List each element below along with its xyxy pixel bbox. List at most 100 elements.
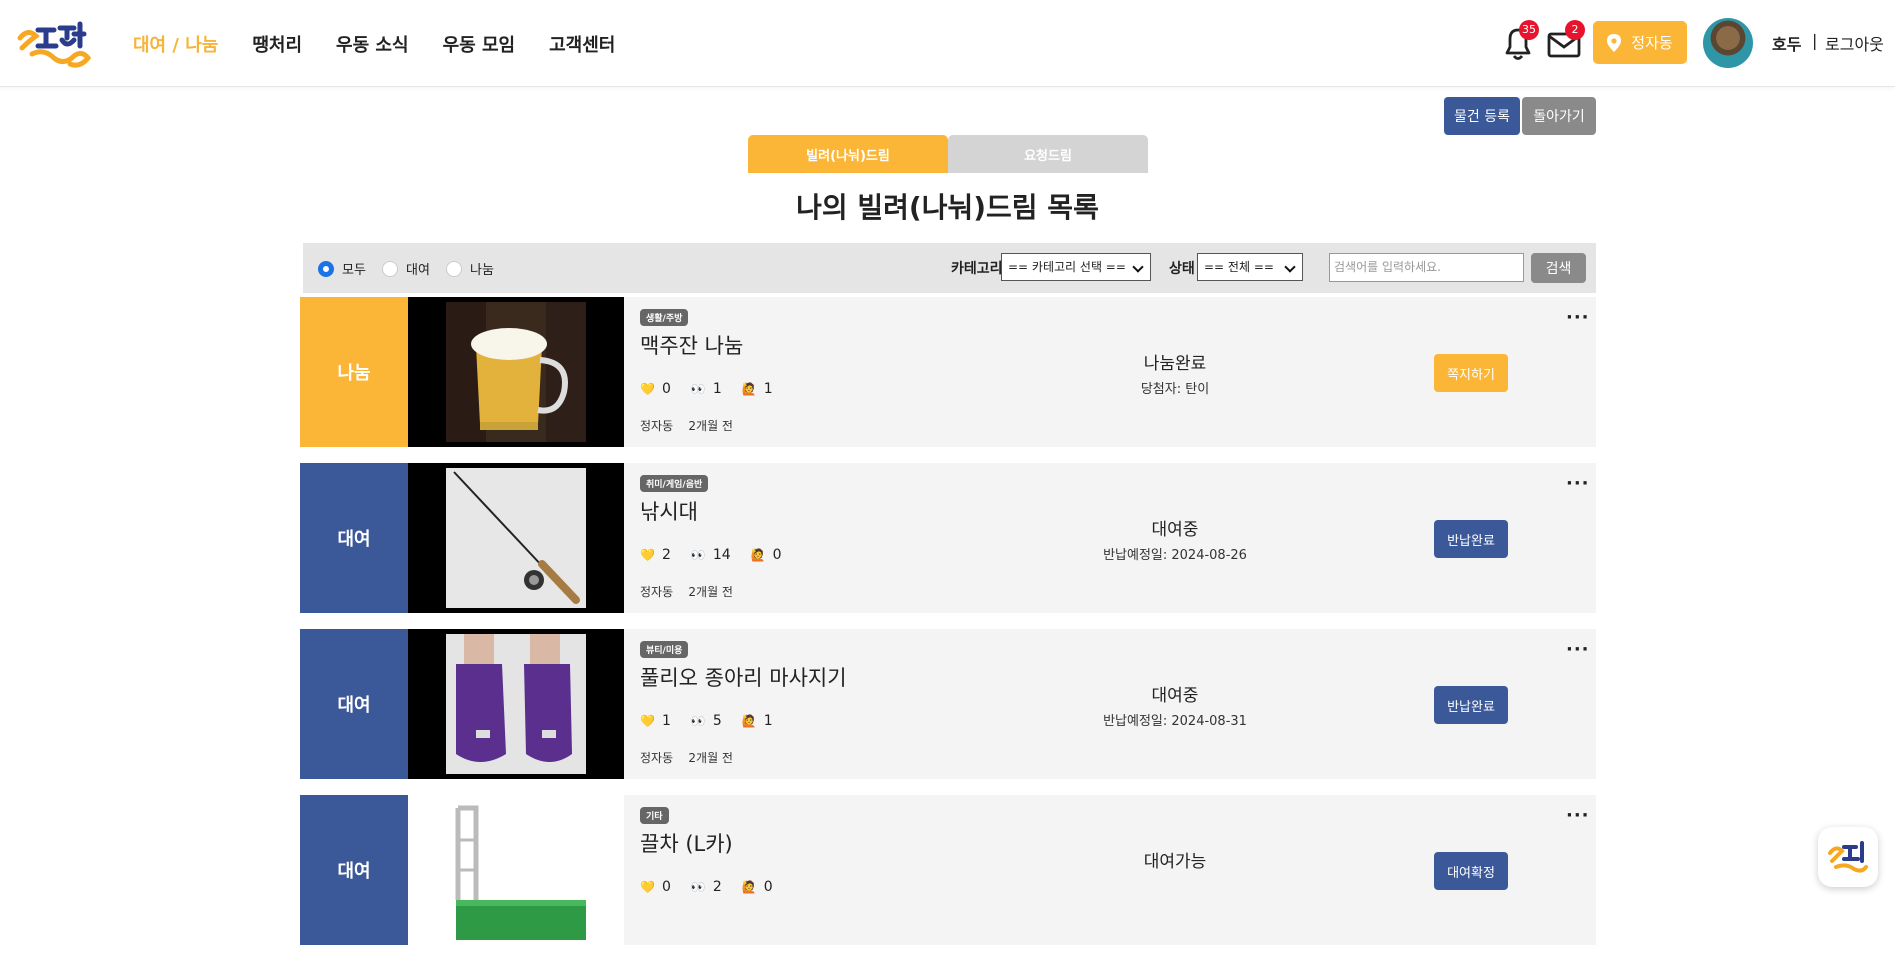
item-location: 정자동 (640, 419, 674, 433)
location-label: 정자동 (1631, 34, 1673, 52)
item-type-badge: 나눔 (300, 297, 408, 447)
list-item[interactable]: 대여 뷰티/미용 풀리오 종아리 마사지기 💛 1 👀 5 🙋 1 정자동 2개월 전 대여중 반납예… (300, 629, 1596, 779)
item-list: 나눔 생활/주방맥주잔 나눔 💛 0 👀 1 🙋 1 정자동 2개월 전 나눔완료 당첨자: 탄이 쪽… (300, 297, 1596, 961)
raised-hand-icon: 🙋 (741, 880, 757, 894)
item-location: 정자동 (640, 751, 674, 765)
status-detail: 당첨자: 탄이 (1140, 382, 1210, 397)
location-button[interactable]: 정자동 (1593, 21, 1687, 64)
item-thumbnail[interactable] (408, 629, 624, 779)
avatar[interactable] (1703, 18, 1753, 68)
item-stats: 💛 0 👀 1 🙋 1 (640, 381, 793, 397)
tab-lend-share[interactable]: 빌려(나눠)드림 (748, 135, 948, 173)
nav-rent-share[interactable]: 대여 / 나눔 (133, 31, 218, 57)
nav-news[interactable]: 우동 소식 (336, 31, 409, 57)
heart-icon: 💛 (640, 548, 655, 562)
item-status: 대여가능 (1050, 847, 1300, 876)
item-time: 2개월 전 (688, 585, 733, 599)
logout-link[interactable]: 로그아웃 (1825, 31, 1884, 55)
hand-cart-image (446, 800, 586, 940)
item-title[interactable]: 맥주잔 나눔 (640, 330, 743, 360)
search-input[interactable]: 검색어를 입력하세요. (1329, 253, 1524, 282)
filter-bar: 모두 대여 나눔 카테고리 == 카테고리 선택 == 상태 == 전체 == … (303, 243, 1596, 293)
item-status: 나눔완료 당첨자: 탄이 (1050, 349, 1300, 397)
radio-all-label: 모두 (342, 263, 366, 278)
status-text: 대여중 (1151, 520, 1199, 540)
more-options-icon[interactable]: ··· (1566, 473, 1590, 494)
item-category-badge: 생활/주방 (640, 309, 689, 326)
item-action-button[interactable]: 대여확정 (1434, 852, 1508, 890)
nav-meetup[interactable]: 우동 모임 (443, 31, 516, 57)
request-count: 0 (772, 547, 782, 563)
heart-icon: 💛 (640, 880, 655, 894)
status-text: 대여가능 (1143, 852, 1207, 872)
status-detail: 반납예정일: 2024-08-31 (1103, 714, 1247, 729)
heart-icon: 💛 (640, 714, 655, 728)
view-count: 5 (712, 713, 722, 729)
radio-checked-icon (318, 260, 334, 277)
status-label: 상태 (1169, 261, 1195, 277)
fishing-rod-image (446, 468, 586, 608)
item-time: 2개월 전 (688, 419, 733, 433)
raised-hand-icon: 🙋 (750, 548, 766, 562)
item-meta: 정자동 2개월 전 (640, 417, 733, 434)
radio-share-label: 나눔 (470, 263, 494, 278)
like-count: 0 (661, 879, 671, 895)
status-select[interactable]: == 전체 == (1197, 253, 1303, 281)
eyes-icon: 👀 (690, 714, 706, 728)
radio-rent-label: 대여 (406, 263, 430, 278)
item-title[interactable]: 풀리오 종아리 마사지기 (640, 662, 847, 692)
heart-icon: 💛 (640, 382, 655, 396)
eyes-icon: 👀 (690, 548, 706, 562)
item-type-badge: 대여 (300, 463, 408, 613)
top-header: 대여 / 나눔 땡처리 우동 소식 우동 모임 고객센터 35 2 정자동 호두… (0, 0, 1895, 87)
user-name: 호두 (1772, 35, 1802, 54)
list-item[interactable]: 나눔 생활/주방 맥주잔 나눔 💛 0 👀 1 🙋 1 정자동 2개월 전 나눔완료 당첨자: 탄이 쪽… (300, 297, 1596, 447)
eyes-icon: 👀 (690, 382, 706, 396)
back-button[interactable]: 돌아가기 (1522, 97, 1596, 135)
tab-requests[interactable]: 요청드림 (948, 135, 1148, 173)
raised-hand-icon: 🙋 (741, 382, 757, 396)
more-options-icon[interactable]: ··· (1566, 639, 1590, 660)
request-count: 1 (763, 381, 773, 397)
item-action-button[interactable]: 반납완료 (1434, 520, 1508, 558)
item-meta: 정자동 2개월 전 (640, 583, 733, 600)
nav-support[interactable]: 고객센터 (549, 31, 615, 57)
search-button[interactable]: 검색 (1531, 253, 1586, 283)
item-location: 정자동 (640, 585, 674, 599)
notification-button[interactable]: 35 (1499, 20, 1539, 62)
more-options-icon[interactable]: ··· (1566, 805, 1590, 826)
messages-button[interactable]: 2 (1545, 20, 1585, 62)
request-count: 0 (763, 879, 773, 895)
logo-icon[interactable] (14, 18, 94, 70)
radio-rent[interactable]: 대여 (382, 259, 430, 278)
radio-share[interactable]: 나눔 (446, 259, 494, 278)
item-action-button[interactable]: 쪽지하기 (1434, 354, 1508, 392)
item-title[interactable]: 끌차 (L카) (640, 828, 733, 858)
list-tabs: 빌려(나눠)드림 요청드림 (748, 135, 1148, 173)
radio-unchecked-icon (382, 260, 398, 277)
list-item[interactable]: 대여 기타 끌차 (L카) 💛 0 👀 2 🙋 0 대여가능 대여확정 ··· (300, 795, 1596, 945)
message-count-badge: 2 (1565, 20, 1585, 40)
item-action-button[interactable]: 반납완료 (1434, 686, 1508, 724)
like-count: 2 (661, 547, 671, 563)
category-select[interactable]: == 카테고리 선택 == (1001, 253, 1151, 281)
floating-logo-button[interactable] (1818, 827, 1878, 887)
list-item[interactable]: 대여 취미/게임/음반 낚시대 💛 2 👀 14 🙋 0 정자동 2개월 전 대여중 반납예정일: 2… (300, 463, 1596, 613)
item-thumbnail[interactable] (408, 463, 624, 613)
radio-all[interactable]: 모두 (318, 259, 366, 278)
item-stats: 💛 0 👀 2 🙋 0 (640, 879, 793, 895)
like-count: 1 (661, 713, 671, 729)
nav-clearance[interactable]: 땡처리 (252, 31, 302, 57)
status-text: 대여중 (1151, 686, 1199, 706)
item-stats: 💛 1 👀 5 🙋 1 (640, 713, 793, 729)
notification-count-badge: 35 (1519, 20, 1539, 40)
item-type-badge: 대여 (300, 629, 408, 779)
item-time: 2개월 전 (688, 751, 733, 765)
item-thumbnail[interactable] (408, 297, 624, 447)
item-thumbnail[interactable] (408, 795, 624, 945)
more-options-icon[interactable]: ··· (1566, 307, 1590, 328)
item-title[interactable]: 낚시대 (640, 496, 698, 526)
register-item-button[interactable]: 물건 등록 (1444, 97, 1520, 135)
item-status: 대여중반납예정일: 2024-08-31 (1050, 681, 1300, 729)
item-type-badge: 대여 (300, 795, 408, 945)
